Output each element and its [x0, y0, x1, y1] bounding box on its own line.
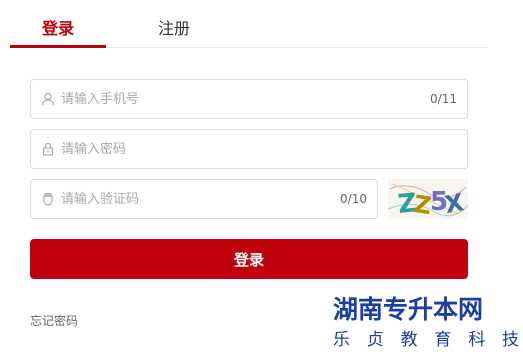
watermark-char: 教	[400, 330, 418, 350]
watermark-char: 乐	[333, 330, 350, 350]
forgot-password-link[interactable]: 忘记密码	[30, 312, 78, 329]
phone-input[interactable]	[61, 88, 361, 110]
verification-code-input[interactable]	[61, 188, 281, 210]
phone-field[interactable]: 0/11	[30, 79, 468, 119]
watermark-char: 贞	[366, 330, 384, 350]
shield-icon	[43, 192, 53, 206]
phone-char-counter: 0/11	[430, 92, 457, 106]
user-icon	[41, 92, 55, 106]
watermark-title: 湖南专升本网	[333, 295, 484, 324]
watermark-char: 科	[468, 330, 486, 350]
verification-code-field[interactable]: 0/10	[30, 179, 378, 219]
password-field[interactable]	[30, 129, 468, 169]
watermark-char: 育	[434, 330, 452, 350]
tab-login[interactable]: 登录	[10, 15, 106, 39]
watermark-subtitle: 乐 贞 教 育 科 技	[333, 325, 519, 350]
code-char-counter: 0/10	[340, 192, 367, 206]
lock-icon	[42, 142, 54, 156]
login-tabs: 登录 注册	[10, 0, 488, 48]
tab-register[interactable]: 注册	[126, 15, 222, 39]
password-input[interactable]	[61, 138, 361, 160]
active-tab-indicator	[10, 45, 106, 48]
captcha-image[interactable]: Z Z 5 X	[388, 179, 468, 219]
login-submit-button[interactable]: 登录	[30, 239, 468, 279]
watermark-char: 技	[501, 330, 519, 350]
